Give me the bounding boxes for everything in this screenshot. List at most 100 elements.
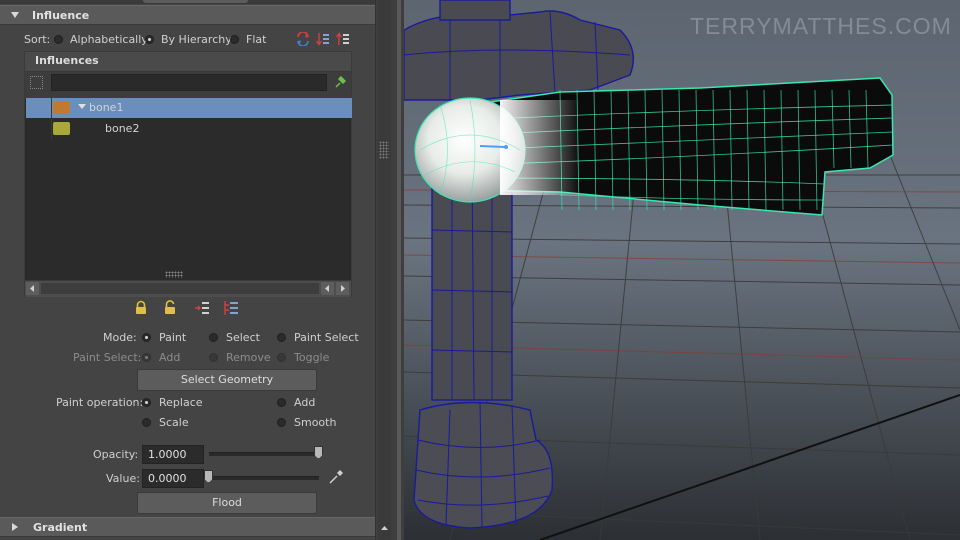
mode-paint-select[interactable]: Paint Select bbox=[277, 328, 359, 346]
paint-op-add-radio[interactable] bbox=[277, 397, 286, 407]
horizontal-scrollbar[interactable] bbox=[25, 280, 351, 297]
influences-list[interactable]: Influences bone1 bone2 bbox=[24, 51, 352, 297]
sort-by-hierarchy-radio[interactable] bbox=[145, 34, 154, 44]
mode-paint-select-radio[interactable] bbox=[277, 332, 286, 342]
mode-paint-radio[interactable] bbox=[142, 332, 151, 342]
value-slider[interactable] bbox=[209, 476, 319, 480]
paint-op-scale-radio[interactable] bbox=[142, 417, 151, 427]
paint-op-replace-radio[interactable] bbox=[142, 397, 151, 407]
flood-button[interactable]: Flood bbox=[137, 492, 317, 514]
panel-vertical-scrollbar[interactable] bbox=[378, 0, 391, 540]
gradient-section-header[interactable]: Gradient bbox=[0, 517, 375, 537]
sort-by-hierarchy-label: By Hierarchy bbox=[161, 32, 232, 46]
collapse-arrow-icon[interactable] bbox=[11, 12, 19, 18]
sort-alphabetically-radio[interactable] bbox=[54, 34, 63, 44]
influences-search-bar bbox=[25, 72, 351, 98]
paint-op-add-label: Add bbox=[294, 395, 316, 409]
mode-paint[interactable]: Paint bbox=[142, 328, 186, 346]
scroll-track[interactable] bbox=[41, 283, 319, 294]
viewport-scene bbox=[404, 0, 960, 540]
scroll-right-left-button[interactable] bbox=[321, 282, 334, 295]
expand-arrow-icon[interactable] bbox=[78, 104, 86, 109]
sort-flat[interactable]: Flat bbox=[230, 30, 266, 48]
resize-grip[interactable] bbox=[165, 271, 183, 278]
arrow-right-icon bbox=[341, 285, 345, 292]
refresh-influences-icon[interactable] bbox=[296, 32, 310, 46]
sort-by-hierarchy[interactable]: By Hierarchy bbox=[145, 30, 232, 48]
opacity-slider-handle[interactable] bbox=[314, 446, 323, 459]
opacity-field[interactable]: 1.0000 bbox=[142, 445, 204, 464]
paint-select-toggle[interactable]: Toggle bbox=[277, 348, 329, 366]
3d-viewport[interactable] bbox=[404, 0, 960, 540]
show-selected-icon[interactable] bbox=[194, 300, 210, 316]
paint-op-replace-label: Replace bbox=[159, 395, 203, 409]
bone1-color-swatch[interactable] bbox=[53, 101, 70, 114]
paint-select-add-label: Add bbox=[159, 350, 181, 364]
opacity-slider[interactable] bbox=[209, 452, 319, 456]
paint-select-remove-radio[interactable] bbox=[209, 352, 218, 362]
paint-select-remove[interactable]: Remove bbox=[209, 348, 271, 366]
pane-splitter-grip[interactable] bbox=[379, 141, 389, 159]
paint-op-add[interactable]: Add bbox=[277, 393, 315, 411]
value-field[interactable]: 0.0000 bbox=[142, 469, 204, 488]
top-strip bbox=[0, 0, 375, 4]
paint-op-scale-label: Scale bbox=[159, 415, 189, 429]
panel-scrollbar-column bbox=[375, 0, 405, 540]
pin-icon[interactable] bbox=[334, 76, 346, 88]
sort-alphabetically-label: Alphabetically bbox=[70, 32, 148, 46]
arrow-left-icon bbox=[30, 285, 34, 292]
arrow-left-icon bbox=[325, 285, 329, 292]
bone2-label: bone2 bbox=[105, 122, 140, 135]
influence-section-header[interactable]: Influence bbox=[0, 5, 375, 25]
scroll-right-button[interactable] bbox=[336, 282, 349, 295]
mode-select-label: Select bbox=[226, 330, 260, 344]
collapsed-tab[interactable] bbox=[143, 0, 248, 3]
lock-weights-icon[interactable] bbox=[133, 300, 149, 316]
mode-row: Mode: bbox=[103, 328, 137, 346]
sort-row: Sort: bbox=[24, 30, 50, 48]
paint-op-scale[interactable]: Scale bbox=[142, 413, 189, 431]
value-label: Value: bbox=[106, 471, 140, 485]
filter-icon[interactable] bbox=[30, 76, 43, 89]
influence-panel: Influence Sort: Alphabetically By Hierar… bbox=[0, 0, 375, 540]
paint-op-replace[interactable]: Replace bbox=[142, 393, 203, 411]
influence-item-bone1[interactable]: bone1 bbox=[26, 98, 352, 118]
sort-alphabetically[interactable]: Alphabetically bbox=[54, 30, 148, 48]
bone2-color-swatch[interactable] bbox=[53, 122, 70, 135]
paint-select-add[interactable]: Add bbox=[142, 348, 180, 366]
select-geometry-button[interactable]: Select Geometry bbox=[137, 369, 317, 391]
sort-up-icon[interactable] bbox=[336, 32, 350, 46]
scroll-left-button[interactable] bbox=[26, 282, 39, 295]
paint-select-toggle-label: Toggle bbox=[294, 350, 330, 364]
value-slider-handle[interactable] bbox=[204, 470, 213, 483]
sort-flat-radio[interactable] bbox=[230, 34, 239, 44]
lock-cell[interactable] bbox=[27, 98, 52, 118]
opacity-row: Opacity: bbox=[93, 445, 138, 463]
paint-op-smooth[interactable]: Smooth bbox=[277, 413, 336, 431]
paint-select-toggle-radio[interactable] bbox=[277, 352, 286, 362]
mode-paint-select-label: Paint Select bbox=[294, 330, 359, 344]
opacity-label: Opacity: bbox=[93, 447, 139, 461]
hierarchy-list-icon[interactable] bbox=[223, 300, 239, 316]
eyedropper-icon[interactable] bbox=[328, 469, 344, 485]
paint-select-add-radio[interactable] bbox=[142, 352, 151, 362]
pane-splitter[interactable] bbox=[397, 0, 401, 540]
paint-operation-label: Paint operation: bbox=[56, 395, 144, 409]
mode-select[interactable]: Select bbox=[209, 328, 260, 346]
expand-arrow-icon[interactable] bbox=[12, 523, 18, 531]
watermark: TERRYMATTHES.COM bbox=[690, 13, 952, 39]
sort-down-icon[interactable] bbox=[316, 32, 330, 46]
influence-item-bone2[interactable]: bone2 bbox=[26, 119, 352, 139]
paint-op-smooth-radio[interactable] bbox=[277, 417, 286, 427]
scroll-up-icon[interactable] bbox=[378, 522, 391, 535]
lock-cell[interactable] bbox=[27, 119, 52, 139]
influences-search-input[interactable] bbox=[51, 74, 327, 91]
influences-header: Influences bbox=[25, 52, 351, 72]
unlock-weights-icon[interactable] bbox=[162, 300, 178, 316]
mode-select-radio[interactable] bbox=[209, 332, 218, 342]
sort-label: Sort: bbox=[24, 32, 51, 46]
paint-op-smooth-label: Smooth bbox=[294, 415, 337, 429]
gradient-section-title: Gradient bbox=[33, 520, 88, 534]
paint-select-label: Paint Select: bbox=[73, 350, 142, 364]
sort-flat-label: Flat bbox=[246, 32, 267, 46]
